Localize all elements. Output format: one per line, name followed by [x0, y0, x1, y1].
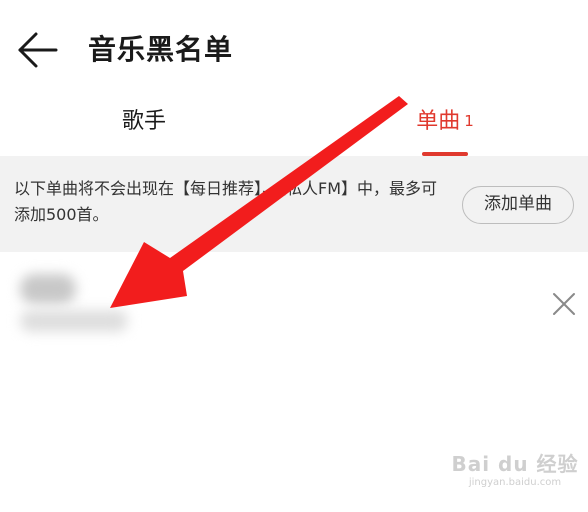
- tab-artists-label: 歌手: [121, 109, 166, 134]
- tab-songs-label: 单曲: [416, 109, 461, 134]
- banner-description: 以下单曲将不会出现在【每日推荐】、【私人FM】中，最多可添加500首。: [14, 179, 438, 224]
- tab-bar: 歌手 单曲 1: [0, 96, 588, 156]
- song-artist-blurred: [20, 310, 128, 332]
- list-item[interactable]: [0, 252, 588, 352]
- page-title: 音乐黑名单: [88, 33, 234, 66]
- close-icon: [553, 293, 575, 315]
- back-button[interactable]: [16, 28, 60, 72]
- tab-songs[interactable]: 单曲 1: [400, 104, 490, 148]
- song-title-blurred: [20, 274, 76, 304]
- baidu-jingyan-watermark: Bai du 经验 jingyan.baidu.com: [448, 452, 582, 502]
- watermark-url: jingyan.baidu.com: [468, 477, 562, 488]
- tab-artists[interactable]: 歌手: [96, 104, 192, 148]
- info-banner: 以下单曲将不会出现在【每日推荐】、【私人FM】中，最多可添加500首。 添加单曲: [0, 156, 588, 252]
- app-header: 音乐黑名单: [0, 0, 588, 96]
- tab-songs-count: 1: [464, 112, 474, 130]
- remove-song-button[interactable]: [548, 288, 580, 320]
- watermark-logo: Bai du 经验: [451, 452, 579, 476]
- blacklist-page: 音乐黑名单 歌手 单曲 1 以下单曲将不会出现在【每日推荐】、【私人FM】中，最多…: [0, 0, 588, 512]
- arrow-left-icon: [18, 32, 58, 68]
- add-song-button[interactable]: 添加单曲: [462, 186, 574, 224]
